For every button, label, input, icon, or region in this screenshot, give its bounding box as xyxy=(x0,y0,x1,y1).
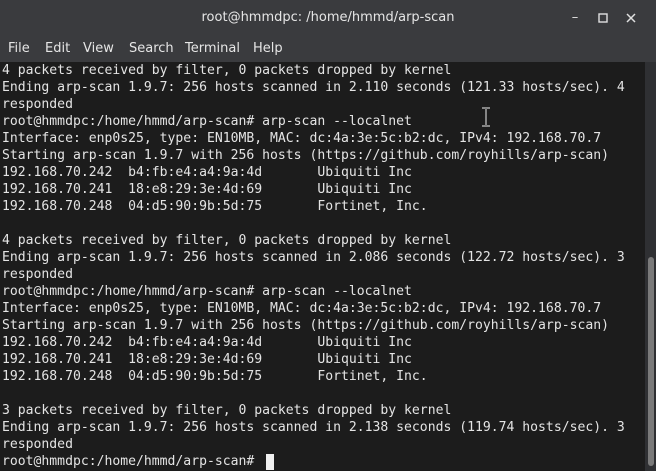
terminal-line: Starting arp-scan 1.9.7 with 256 hosts (… xyxy=(2,318,609,333)
vertical-scrollbar[interactable] xyxy=(645,62,656,471)
window-title: root@hmmdpc: /home/hmmd/arp-scan xyxy=(201,10,455,25)
terminal-line: root@hmmdpc:/home/hmmd/arp-scan# arp-sca… xyxy=(2,284,412,299)
menu-view[interactable]: View xyxy=(83,41,114,57)
terminal-line: Interface: enp0s25, type: EN10MB, MAC: d… xyxy=(2,131,602,146)
title-bar[interactable]: root@hmmdpc: /home/hmmd/arp-scan – xyxy=(0,0,656,36)
terminal-line: Ending arp-scan 1.9.7: 256 hosts scanned… xyxy=(2,250,625,265)
terminal-line: 192.168.70.248 04:d5:90:9b:5d:75 Fortine… xyxy=(2,369,428,384)
maximize-icon[interactable] xyxy=(594,9,612,27)
menu-file[interactable]: File xyxy=(8,41,30,57)
minimize-icon[interactable]: – xyxy=(566,9,584,27)
menu-search[interactable]: Search xyxy=(129,41,174,57)
ibeam-cursor-icon xyxy=(480,107,492,127)
terminal-line: 192.168.70.242 b4:fb:e4:a4:9a:4d Ubiquit… xyxy=(2,165,412,180)
terminal-line: responded xyxy=(2,267,73,282)
terminal-line: Ending arp-scan 1.9.7: 256 hosts scanned… xyxy=(2,80,625,95)
terminal-line: Starting arp-scan 1.9.7 with 256 hosts (… xyxy=(2,148,609,163)
terminal-line: responded xyxy=(2,97,73,112)
menu-edit[interactable]: Edit xyxy=(45,41,70,57)
terminal-line: 3 packets received by filter, 0 packets … xyxy=(2,403,452,418)
terminal-line: 192.168.70.241 18:e8:29:3e:4d:69 Ubiquit… xyxy=(2,182,412,197)
terminal-line: Interface: enp0s25, type: EN10MB, MAC: d… xyxy=(2,301,602,316)
terminal-line: root@hmmdpc:/home/hmmd/arp-scan# arp-sca… xyxy=(2,114,412,129)
terminal-line: 192.168.70.242 b4:fb:e4:a4:9a:4d Ubiquit… xyxy=(2,335,412,350)
terminal-line: 192.168.70.241 18:e8:29:3e:4d:69 Ubiquit… xyxy=(2,352,412,367)
close-icon[interactable] xyxy=(622,9,640,27)
terminal-line: 192.168.70.248 04:d5:90:9b:5d:75 Fortine… xyxy=(2,199,428,214)
text-cursor xyxy=(266,454,274,470)
menu-bar: File Edit View Search Terminal Help xyxy=(0,36,656,63)
terminal-line: Ending arp-scan 1.9.7: 256 hosts scanned… xyxy=(2,420,625,435)
menu-terminal[interactable]: Terminal xyxy=(185,41,240,57)
terminal-line: responded xyxy=(2,437,73,452)
terminal-output[interactable]: 4 packets received by filter, 0 packets … xyxy=(0,62,645,471)
terminal-prompt-line: root@hmmdpc:/home/hmmd/arp-scan# xyxy=(2,454,263,469)
scrollbar-thumb[interactable] xyxy=(648,257,654,466)
terminal-line: 4 packets received by filter, 0 packets … xyxy=(2,233,452,248)
menu-help[interactable]: Help xyxy=(253,41,283,57)
terminal-line: 4 packets received by filter, 0 packets … xyxy=(2,63,452,78)
